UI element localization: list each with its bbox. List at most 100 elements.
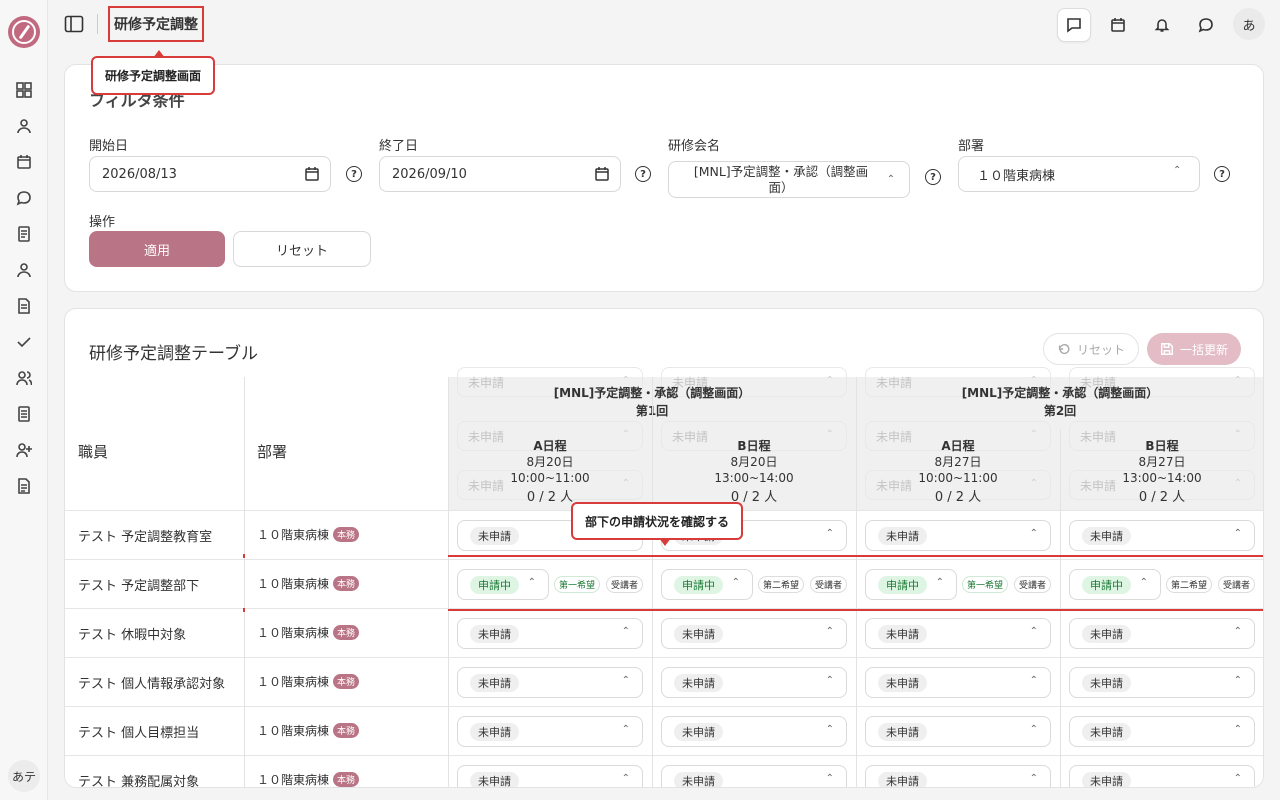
dept-name: １０階東病棟 bbox=[257, 724, 330, 738]
status-select[interactable]: 未申請 ⌃ bbox=[661, 667, 847, 698]
callout-arrow bbox=[659, 538, 671, 546]
table-reset-button[interactable]: リセット bbox=[1043, 333, 1139, 365]
dept-select[interactable]: １０階東病棟 ⌃ bbox=[958, 156, 1200, 192]
chevron-updown-icon: ⌃ bbox=[825, 528, 834, 539]
person-icon[interactable] bbox=[14, 260, 34, 280]
page-callout: 研修予定調整画面 bbox=[91, 50, 216, 95]
apply-button[interactable]: 適用 bbox=[89, 231, 225, 267]
chevron-updown-icon: ⌃ bbox=[825, 675, 834, 686]
employee-name: テスト 兼務配属対象 bbox=[78, 775, 200, 788]
group-title: [MNL]予定調整・承認（調整画面） bbox=[961, 386, 1159, 400]
calendar-icon[interactable] bbox=[14, 152, 34, 172]
dashboard-icon[interactable] bbox=[14, 80, 34, 100]
status-pill: 未申請 bbox=[470, 625, 519, 643]
dept-name: １０階東病棟 bbox=[257, 773, 330, 787]
training-select[interactable]: [MNL]予定調整・承認（調整画面） ⌃ bbox=[668, 161, 910, 198]
status-select[interactable]: 申請中 ⌃ bbox=[1069, 569, 1161, 600]
session-date: 8月20日 bbox=[526, 455, 574, 469]
bulk-update-button[interactable]: 一括更新 bbox=[1147, 333, 1241, 365]
sidebar-toggle-icon[interactable] bbox=[64, 14, 84, 34]
session-name: A日程 bbox=[941, 439, 975, 453]
start-date-input[interactable]: 2026/08/13 bbox=[89, 156, 331, 192]
preference-tag: 第一希望 bbox=[554, 576, 601, 593]
column-divider bbox=[448, 377, 449, 787]
message-square-icon bbox=[1067, 18, 1081, 33]
chat-icon[interactable] bbox=[14, 188, 34, 208]
message-button[interactable] bbox=[1057, 8, 1091, 42]
column-divider bbox=[652, 377, 653, 787]
session-time: 13:00~14:00 bbox=[714, 471, 794, 485]
file-text-icon[interactable] bbox=[14, 296, 34, 316]
user-avatar[interactable]: あ bbox=[1233, 8, 1265, 40]
status-select[interactable]: 未申請 ⌃ bbox=[1069, 520, 1255, 551]
session-capacity: 0 / 2 人 bbox=[934, 490, 982, 505]
status-select[interactable]: 未申請 ⌃ bbox=[1069, 618, 1255, 649]
schedule-table-card: 研修予定調整テーブル リセット 一括更新 未申請 ⌃ 未申請 ⌃ 未申請 ⌃ 未申請 ⌃… bbox=[64, 308, 1264, 788]
calendar-button[interactable] bbox=[1101, 8, 1135, 42]
col-header-dept: 部署 bbox=[257, 443, 288, 461]
end-date-label: 終了日 bbox=[379, 139, 419, 154]
check-icon[interactable] bbox=[14, 332, 34, 352]
divider bbox=[97, 14, 98, 34]
chevron-updown-icon: ⌃ bbox=[731, 577, 740, 588]
status-select[interactable]: 未申請 ⌃ bbox=[457, 765, 643, 787]
session-name: A日程 bbox=[533, 439, 567, 453]
dept-cell: １０階東病棟 本務 bbox=[257, 624, 360, 641]
reset-button[interactable]: リセット bbox=[233, 231, 371, 267]
preference-tag: 第一希望 bbox=[962, 576, 1009, 593]
assignment-badge: 本務 bbox=[333, 576, 360, 591]
user-icon[interactable] bbox=[14, 116, 34, 136]
help-icon[interactable]: ? bbox=[925, 169, 941, 185]
status-pill: 未申請 bbox=[1082, 772, 1131, 787]
status-select[interactable]: 未申請 ⌃ bbox=[865, 618, 1051, 649]
session-time: 10:00~11:00 bbox=[918, 471, 998, 485]
calendar-icon[interactable] bbox=[594, 166, 610, 182]
notification-button[interactable] bbox=[1145, 8, 1179, 42]
user-avatar-rail[interactable]: あテ bbox=[8, 760, 40, 792]
role-tag: 受講者 bbox=[606, 576, 644, 593]
chat-button[interactable] bbox=[1189, 8, 1223, 42]
end-date-input[interactable]: 2026/09/10 bbox=[379, 156, 621, 192]
status-select[interactable]: 未申請 ⌃ bbox=[661, 716, 847, 747]
document-icon[interactable] bbox=[14, 224, 34, 244]
app-logo-icon[interactable] bbox=[8, 16, 40, 48]
status-select[interactable]: 未申請 ⌃ bbox=[457, 618, 643, 649]
status-select[interactable]: 未申請 ⌃ bbox=[865, 716, 1051, 747]
help-icon[interactable]: ? bbox=[346, 166, 362, 182]
status-pill: 未申請 bbox=[470, 723, 519, 741]
bell-icon bbox=[1154, 19, 1170, 32]
status-select[interactable]: 申請中 ⌃ bbox=[865, 569, 957, 600]
users-icon[interactable] bbox=[14, 368, 34, 388]
status-pill: 申請中 bbox=[878, 576, 927, 594]
filter-card: フィルタ条件 開始日 2026/08/13 ? 終了日 2026/09/10 ?… bbox=[64, 64, 1264, 292]
help-icon[interactable]: ? bbox=[635, 166, 651, 182]
status-select[interactable]: 未申請 ⌃ bbox=[1069, 716, 1255, 747]
status-select[interactable]: 未申請 ⌃ bbox=[1069, 765, 1255, 787]
list-document-icon[interactable] bbox=[14, 404, 34, 424]
calendar-icon bbox=[1111, 18, 1125, 32]
calendar-icon[interactable] bbox=[304, 166, 320, 182]
status-select[interactable]: 未申請 ⌃ bbox=[457, 667, 643, 698]
page-title: 研修予定調整 bbox=[108, 6, 204, 42]
chevron-updown-icon: ⌃ bbox=[621, 675, 630, 686]
status-select[interactable]: 未申請 ⌃ bbox=[865, 667, 1051, 698]
chevron-updown-icon: ⌃ bbox=[1029, 675, 1038, 686]
role-tag: 受講者 bbox=[810, 576, 848, 593]
report-icon[interactable] bbox=[14, 476, 34, 496]
help-icon[interactable]: ? bbox=[1214, 166, 1230, 182]
chevron-updown-icon: ⌃ bbox=[1233, 528, 1242, 539]
status-select[interactable]: 未申請 ⌃ bbox=[661, 765, 847, 787]
page-callout-text: 研修予定調整画面 bbox=[105, 69, 202, 83]
status-pill: 未申請 bbox=[674, 772, 723, 787]
status-select[interactable]: 申請中 ⌃ bbox=[457, 569, 549, 600]
status-select[interactable]: 未申請 ⌃ bbox=[865, 520, 1051, 551]
status-select[interactable]: 未申請 ⌃ bbox=[1069, 667, 1255, 698]
status-select[interactable]: 未申請 ⌃ bbox=[457, 716, 643, 747]
status-pill: 申請中 bbox=[674, 576, 723, 594]
user-add-icon[interactable] bbox=[14, 440, 34, 460]
status-select[interactable]: 申請中 ⌃ bbox=[661, 569, 753, 600]
save-icon bbox=[1161, 343, 1173, 355]
chevron-updown-icon: ⌃ bbox=[825, 724, 834, 735]
status-select[interactable]: 未申請 ⌃ bbox=[865, 765, 1051, 787]
status-select[interactable]: 未申請 ⌃ bbox=[661, 618, 847, 649]
